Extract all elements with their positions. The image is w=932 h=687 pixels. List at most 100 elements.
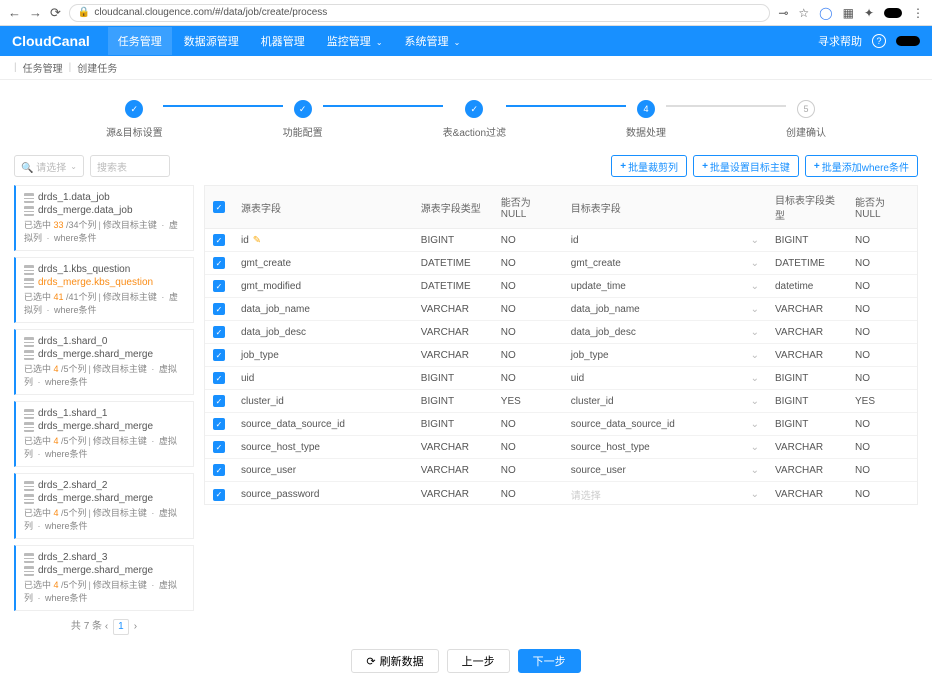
db-icon: [24, 193, 34, 203]
url-bar[interactable]: 🔒 cloudcanal.clougence.com/#/data/job/cr…: [69, 4, 770, 22]
search-input[interactable]: 搜索表: [90, 155, 170, 177]
step-4-icon: 4: [637, 100, 655, 118]
row-checkbox[interactable]: ✓: [213, 441, 225, 453]
tgt-null: NO: [847, 367, 917, 390]
src-null: NO: [493, 229, 563, 252]
back-icon[interactable]: ←: [8, 5, 21, 20]
user-avatar[interactable]: [896, 36, 920, 46]
batch-pk-button[interactable]: +批量设置目标主键: [693, 155, 799, 177]
step-5-icon: 5: [797, 100, 815, 118]
tgt-null: NO: [847, 482, 917, 506]
step-2-icon: ✓: [294, 100, 312, 118]
target-field-select[interactable]: id: [563, 229, 743, 252]
tgt-type: BIGINT: [767, 390, 847, 413]
chevron-down-icon[interactable]: ⌄: [751, 442, 759, 453]
table-row: ✓ source_data_source_id BIGINT NO source…: [205, 413, 917, 436]
target-field-select[interactable]: update_time: [563, 275, 743, 298]
chevron-down-icon[interactable]: ⌄: [751, 489, 759, 500]
src-type: VARCHAR: [413, 482, 493, 506]
row-checkbox[interactable]: ✓: [213, 303, 225, 315]
table-row: ✓ data_job_desc VARCHAR NO data_job_desc…: [205, 321, 917, 344]
target-field-select[interactable]: cluster_id: [563, 390, 743, 413]
edit-icon[interactable]: ✎: [253, 235, 261, 246]
nav-item-4[interactable]: 系统管理 ⌄: [395, 27, 471, 55]
tgt-null: NO: [847, 344, 917, 367]
sidebar-table-card[interactable]: drds_1.kbs_question drds_merge.kbs_quest…: [14, 257, 194, 323]
chevron-down-icon[interactable]: ⌄: [751, 465, 759, 476]
sidebar-table-card[interactable]: drds_2.shard_3 drds_merge.shard_merge 已选…: [14, 545, 194, 611]
nav-item-0[interactable]: 任务管理: [108, 27, 172, 55]
tgt-type: VARCHAR: [767, 344, 847, 367]
crumb-1[interactable]: 任务管理: [23, 60, 63, 75]
chevron-down-icon[interactable]: ⌄: [751, 419, 759, 430]
tgt-type: DATETIME: [767, 252, 847, 275]
target-field-select[interactable]: 请选择: [563, 482, 743, 506]
target-field-select[interactable]: gmt_create: [563, 252, 743, 275]
target-field-select[interactable]: data_job_desc: [563, 321, 743, 344]
prev-step-button[interactable]: 上一步: [447, 649, 510, 673]
row-checkbox[interactable]: ✓: [213, 489, 225, 501]
nav-item-2[interactable]: 机器管理: [251, 27, 315, 55]
batch-where-button[interactable]: +批量添加where条件: [805, 155, 918, 177]
ext-icon-3[interactable]: ✦: [864, 6, 874, 20]
refresh-button[interactable]: ⟳刷新数据: [351, 649, 438, 673]
help-icon[interactable]: ?: [872, 34, 886, 48]
pager-page-1[interactable]: 1: [113, 619, 129, 635]
tgt-null: NO: [847, 436, 917, 459]
chevron-down-icon[interactable]: ⌄: [751, 258, 759, 269]
pager-next[interactable]: ›: [134, 621, 137, 632]
batch-crop-button[interactable]: +批量裁剪列: [611, 155, 687, 177]
sidebar-table-card[interactable]: drds_2.shard_2 drds_merge.shard_merge 已选…: [14, 473, 194, 539]
target-field-select[interactable]: source_host_type: [563, 436, 743, 459]
row-checkbox[interactable]: ✓: [213, 280, 225, 292]
chevron-down-icon[interactable]: ⌄: [751, 396, 759, 407]
chevron-down-icon[interactable]: ⌄: [751, 350, 759, 361]
chevron-down-icon[interactable]: ⌄: [751, 327, 759, 338]
tgt-type: BIGINT: [767, 413, 847, 436]
table-row: ✓ cluster_id BIGINT YES cluster_id ⌄ BIG…: [205, 390, 917, 413]
ext-icon-2[interactable]: ▦: [843, 6, 854, 20]
chevron-down-icon[interactable]: ⌄: [751, 281, 759, 292]
tgt-null: NO: [847, 459, 917, 482]
next-step-button[interactable]: 下一步: [518, 649, 581, 673]
profile-avatar[interactable]: [884, 8, 902, 18]
footer-actions: ⟳刷新数据 上一步 下一步: [0, 635, 932, 687]
menu-icon[interactable]: ⋮: [912, 6, 924, 20]
row-checkbox[interactable]: ✓: [213, 234, 225, 246]
help-link[interactable]: 寻求帮助: [818, 33, 862, 49]
row-checkbox[interactable]: ✓: [213, 372, 225, 384]
row-checkbox[interactable]: ✓: [213, 418, 225, 430]
row-checkbox[interactable]: ✓: [213, 464, 225, 476]
nav-item-3[interactable]: 监控管理 ⌄: [317, 27, 393, 55]
sidebar-table-card[interactable]: drds_1.shard_1 drds_merge.shard_merge 已选…: [14, 401, 194, 467]
target-field-select[interactable]: source_user: [563, 459, 743, 482]
target-field-select[interactable]: source_data_source_id: [563, 413, 743, 436]
chevron-down-icon[interactable]: ⌄: [751, 304, 759, 315]
star-icon[interactable]: ☆: [798, 6, 809, 20]
row-checkbox[interactable]: ✓: [213, 326, 225, 338]
pager-prev[interactable]: ‹: [105, 621, 108, 632]
src-null: NO: [493, 413, 563, 436]
filter-select[interactable]: 🔍 请选择⌄: [14, 155, 84, 177]
forward-icon[interactable]: →: [29, 5, 42, 20]
row-checkbox[interactable]: ✓: [213, 349, 225, 361]
chevron-down-icon[interactable]: ⌄: [751, 373, 759, 384]
row-checkbox[interactable]: ✓: [213, 257, 225, 269]
src-type: VARCHAR: [413, 321, 493, 344]
src-field: source_data_source_id: [233, 413, 413, 436]
reload-icon[interactable]: ⟳: [50, 5, 61, 21]
lock-icon: 🔒: [78, 7, 90, 18]
key-icon[interactable]: ⊸: [778, 6, 788, 20]
row-checkbox[interactable]: ✓: [213, 395, 225, 407]
src-field: cluster_id: [233, 390, 413, 413]
chevron-down-icon[interactable]: ⌄: [751, 235, 759, 246]
sidebar-table-card[interactable]: drds_1.shard_0 drds_merge.shard_merge 已选…: [14, 329, 194, 395]
ext-icon-1[interactable]: ◯: [819, 6, 832, 20]
table-row: ✓ id✎ BIGINT NO id ⌄ BIGINT NO: [205, 229, 917, 252]
nav-item-1[interactable]: 数据源管理: [174, 27, 249, 55]
target-field-select[interactable]: job_type: [563, 344, 743, 367]
select-all-checkbox[interactable]: ✓: [213, 201, 225, 213]
target-field-select[interactable]: data_job_name: [563, 298, 743, 321]
sidebar-table-card[interactable]: drds_1.data_job drds_merge.data_job 已选中 …: [14, 185, 194, 251]
target-field-select[interactable]: uid: [563, 367, 743, 390]
